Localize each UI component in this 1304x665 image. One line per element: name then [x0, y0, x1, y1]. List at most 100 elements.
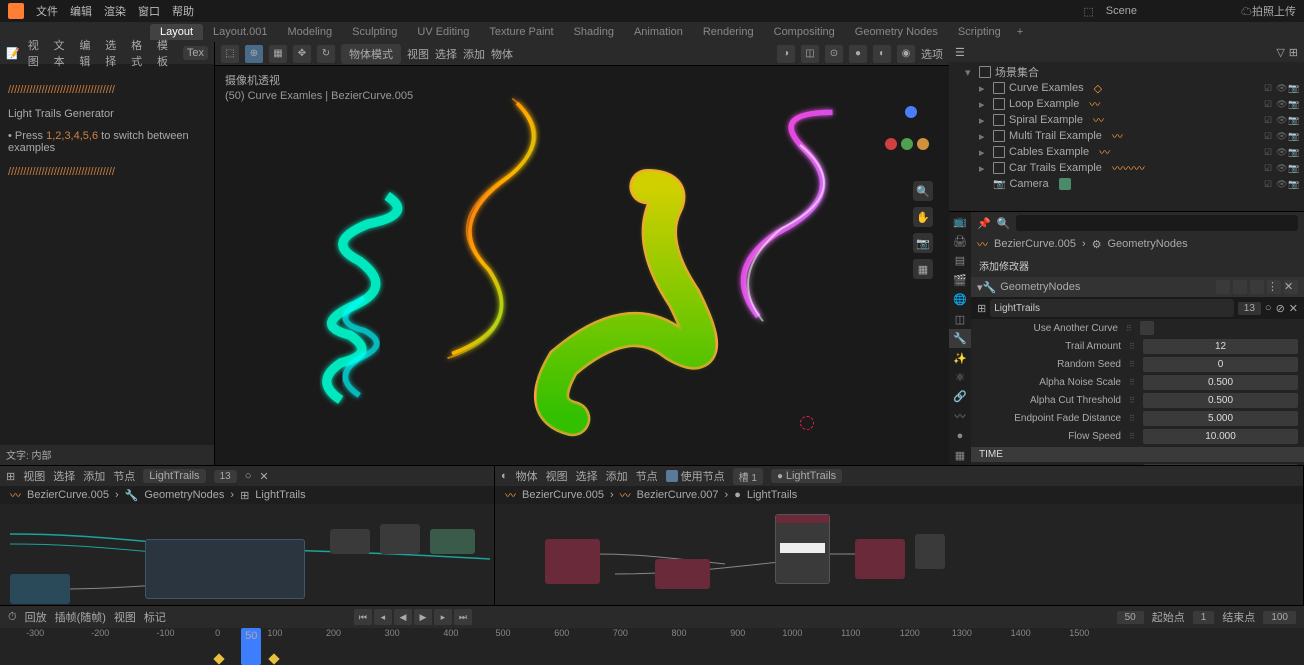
tab-scripting[interactable]: Scripting: [948, 24, 1011, 40]
keyframe-icon[interactable]: [213, 653, 224, 664]
outliner-item-cartrails[interactable]: ▸Car Trails Example〰〰〰☑👁📷: [949, 160, 1304, 176]
filter-icon[interactable]: ▽: [1276, 46, 1284, 59]
shader-node-2[interactable]: [655, 559, 710, 589]
tab-uvediting[interactable]: UV Editing: [407, 24, 479, 40]
shader-node-output[interactable]: [915, 534, 945, 569]
shader-node-4[interactable]: [855, 539, 905, 579]
tab-layout001[interactable]: Layout.001: [203, 24, 277, 40]
proptab-output-icon[interactable]: 🖨: [949, 231, 971, 250]
slot-dropdown[interactable]: 槽 1: [733, 468, 763, 485]
proptab-material-icon[interactable]: ●: [949, 426, 971, 445]
prev-key-icon[interactable]: ◂: [374, 609, 392, 625]
proptab-render-icon[interactable]: 📺: [949, 212, 971, 231]
vp-menu-select[interactable]: 选择: [435, 46, 457, 62]
shader-node-1[interactable]: [545, 539, 600, 584]
tl-keying[interactable]: 插帧(随帧): [55, 609, 106, 625]
tab-animation[interactable]: Animation: [624, 24, 693, 40]
timeline-type-icon[interactable]: ⏱: [8, 611, 17, 624]
section-time[interactable]: TIME: [971, 447, 1304, 462]
tab-shading[interactable]: Shading: [564, 24, 624, 40]
text-name-field[interactable]: Tex: [183, 46, 208, 60]
use-nodes-check[interactable]: [666, 470, 678, 482]
zoom-icon[interactable]: 🔍: [913, 181, 933, 201]
proptab-texture-icon[interactable]: ▦: [949, 446, 971, 465]
modifier-params-scroll[interactable]: Use Another Curve⠿ Trail Amount⠿12 Rando…: [971, 319, 1304, 465]
menu-edit[interactable]: 编辑: [70, 3, 92, 19]
check-use-curve[interactable]: [1140, 321, 1154, 335]
tab-modeling[interactable]: Modeling: [277, 24, 342, 40]
tab-texturepaint[interactable]: Texture Paint: [479, 24, 563, 40]
geo-menu-add[interactable]: 添加: [83, 468, 105, 484]
val-flow-speed[interactable]: 10.000: [1143, 429, 1298, 444]
keyframe-icon[interactable]: [268, 653, 279, 664]
proptab-scene-icon[interactable]: 🎬: [949, 270, 971, 289]
shader-menu-view[interactable]: 视图: [546, 468, 568, 484]
geo-node-canvas[interactable]: [0, 504, 494, 605]
vp-options-dropdown[interactable]: 选项: [921, 46, 943, 62]
menu-window[interactable]: 窗口: [138, 3, 160, 19]
timeline-track[interactable]: -300 -200 -100 0 100 200 300 400 500 600…: [0, 628, 1304, 665]
menu-help[interactable]: 帮助: [172, 3, 194, 19]
overlay-toggle-icon[interactable]: ◑: [777, 45, 795, 63]
outliner-item-curveexamples[interactable]: ▸Curve Examles◇☑👁📷: [949, 80, 1304, 96]
add-workspace-button[interactable]: +: [1011, 24, 1029, 40]
geo-menu-view[interactable]: 视图: [23, 468, 45, 484]
mod-realtime-icon[interactable]: [1233, 280, 1247, 294]
play-reverse-icon[interactable]: ◀: [394, 609, 412, 625]
nodegroup-fake-icon[interactable]: ○: [1265, 302, 1272, 314]
new-collection-icon[interactable]: ⊞: [1289, 46, 1298, 59]
node-small-3[interactable]: [430, 529, 475, 554]
nodegroup-icon[interactable]: ⊞: [977, 302, 986, 315]
shader-node-canvas[interactable]: [495, 504, 1303, 605]
nodegroup-name-input[interactable]: [990, 299, 1234, 317]
modifier-panel-header[interactable]: ▾ 🔧 GeometryNodes ⋮ ✕: [971, 277, 1304, 297]
geo-close-icon[interactable]: ✕: [259, 470, 268, 483]
end-frame-input[interactable]: 100: [1263, 611, 1296, 624]
proptab-viewlayer-icon[interactable]: ▤: [949, 251, 971, 270]
editor-type-icon[interactable]: 📝: [6, 47, 20, 60]
scene-name[interactable]: Scene: [1106, 5, 1137, 17]
tl-marker[interactable]: 标记: [144, 609, 166, 625]
shading-rendered-icon[interactable]: ◉: [897, 45, 915, 63]
menu-render[interactable]: 渲染: [104, 3, 126, 19]
shader-menu-node[interactable]: 节点: [636, 468, 658, 484]
menu-file[interactable]: 文件: [36, 3, 58, 19]
play-icon[interactable]: ▶: [414, 609, 432, 625]
outliner-tree[interactable]: ▾场景集合 ▸Curve Examles◇☑👁📷 ▸Loop Example〰☑…: [949, 62, 1304, 211]
outliner-root[interactable]: ▾场景集合: [949, 64, 1304, 80]
outliner-item-loop[interactable]: ▸Loop Example〰☑👁📷: [949, 96, 1304, 112]
text-editor-body[interactable]: /////////////////////////////////// Ligh…: [0, 64, 214, 445]
next-key-icon[interactable]: ▸: [434, 609, 452, 625]
camera-view-icon[interactable]: 📷: [913, 233, 933, 253]
current-frame-input[interactable]: 50: [1117, 611, 1144, 624]
proptab-object-icon[interactable]: ◫: [949, 309, 971, 328]
val-alpha-noise[interactable]: 0.500: [1143, 375, 1298, 390]
node-small-2[interactable]: [380, 524, 420, 554]
mod-render-icon[interactable]: [1250, 280, 1264, 294]
proptab-world-icon[interactable]: 🌐: [949, 290, 971, 309]
xray-toggle-icon[interactable]: ◫: [801, 45, 819, 63]
geo-editor-icon[interactable]: ⊞: [6, 470, 15, 483]
geo-menu-node[interactable]: 节点: [113, 468, 135, 484]
editor-type-3dview-icon[interactable]: ⬚: [221, 45, 239, 63]
outliner-item-multitrail[interactable]: ▸Multi Trail Example〰☑👁📷: [949, 128, 1304, 144]
shading-solid-icon[interactable]: ●: [849, 45, 867, 63]
nodegroup-new-icon[interactable]: ✕: [1289, 302, 1298, 315]
outliner-type-icon[interactable]: ☰: [955, 46, 965, 59]
shader-node-3[interactable]: [775, 514, 830, 584]
val-random-seed[interactable]: 0: [1143, 357, 1298, 372]
jump-start-icon[interactable]: ⏮: [354, 609, 372, 625]
val-trail-amount[interactable]: 12: [1143, 339, 1298, 354]
pin-icon[interactable]: 📌: [977, 217, 991, 230]
proptab-constraints-icon[interactable]: 🔗: [949, 387, 971, 406]
shader-editor-icon[interactable]: ◐: [501, 470, 508, 482]
tab-sculpting[interactable]: Sculpting: [342, 24, 407, 40]
proptab-physics-icon[interactable]: ⚛: [949, 368, 971, 387]
upload-button[interactable]: ☁拍照上传: [1241, 3, 1296, 19]
axis-z-icon[interactable]: [905, 106, 917, 118]
mode-dropdown[interactable]: 物体模式: [341, 44, 401, 64]
proptab-data-icon[interactable]: 〰: [949, 407, 971, 426]
shader-object-dropdown[interactable]: 物体: [516, 468, 538, 484]
breadcrumb-object[interactable]: BezierCurve.005: [994, 238, 1076, 250]
geo-menu-select[interactable]: 选择: [53, 468, 75, 484]
